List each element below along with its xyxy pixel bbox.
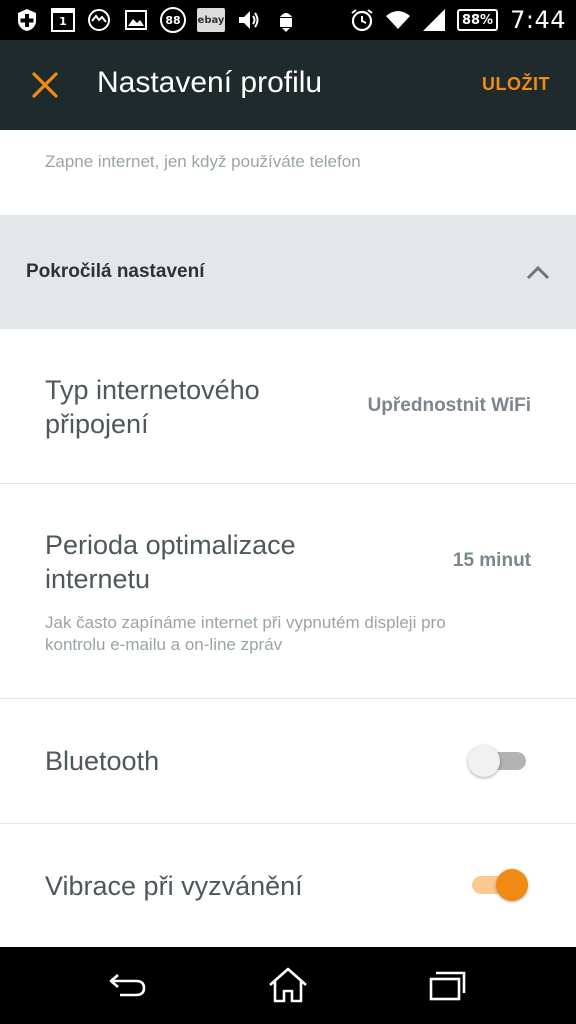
connection-type-row[interactable]: Typ internetového připojení Upřednostnit… xyxy=(0,329,576,484)
section-title: Pokročilá nastavení xyxy=(26,261,205,282)
connection-type-title-line2: připojení xyxy=(45,409,149,439)
signal-icon xyxy=(421,7,447,33)
previous-setting-description: Zapne internet, jen když používáte telef… xyxy=(45,152,361,171)
optimization-period-title-line1: Perioda optimalizace xyxy=(45,530,296,560)
wifi-icon xyxy=(385,7,411,33)
page-title: Nastavení profilu xyxy=(97,66,323,99)
home-icon xyxy=(269,967,307,1003)
clock: 7:44 xyxy=(510,6,566,34)
alarm-icon xyxy=(349,7,375,33)
advanced-settings-header[interactable]: Pokročilá nastavení xyxy=(0,215,576,329)
navigation-bar xyxy=(0,947,576,1024)
ring-vibration-toggle[interactable] xyxy=(468,866,528,902)
bluetooth-toggle[interactable] xyxy=(468,742,528,778)
recent-apps-button[interactable] xyxy=(426,965,470,1005)
app-bar: Nastavení profilu ULOŽIT xyxy=(0,40,576,130)
plus-icon xyxy=(14,7,40,33)
calendar-day: 1 xyxy=(59,15,67,28)
bluetooth-title: Bluetooth xyxy=(45,746,160,776)
close-button[interactable] xyxy=(28,68,62,102)
ebay-label: ebay xyxy=(197,14,225,26)
optimization-period-value: 15 minut xyxy=(452,550,531,571)
toggle-thumb xyxy=(496,869,528,901)
optimization-period-title: Perioda optimalizace internetu xyxy=(45,528,296,596)
optimization-period-description: Jak často zapínáme internet při vypnutém… xyxy=(45,612,525,656)
back-button[interactable] xyxy=(106,965,150,1005)
gallery-icon xyxy=(123,7,149,33)
ring-vibration-title: Vibrace při vyzvánění xyxy=(45,871,303,901)
optimization-period-description-line1: Jak často zapínáme internet při vypnutém… xyxy=(45,613,446,632)
photo-icon xyxy=(86,7,112,33)
calendar-icon: 1 xyxy=(51,8,75,32)
back-icon xyxy=(109,974,146,997)
notification-badge-count: 88 xyxy=(165,13,181,27)
ebay-icon: ebay xyxy=(197,8,225,32)
recent-apps-icon xyxy=(429,971,466,1001)
bluetooth-row[interactable]: Bluetooth xyxy=(0,699,576,824)
android-download-icon xyxy=(273,7,299,33)
volume-icon xyxy=(236,7,262,33)
connection-type-title: Typ internetového připojení xyxy=(45,373,260,441)
optimization-period-title-line2: internetu xyxy=(45,564,151,594)
optimization-period-row[interactable]: Perioda optimalizace internetu 15 minut … xyxy=(0,484,576,699)
close-icon xyxy=(32,72,58,98)
connection-type-value: Upřednostnit WiFi xyxy=(367,395,531,416)
toggle-thumb xyxy=(468,745,500,777)
save-button[interactable]: ULOŽIT xyxy=(482,74,550,95)
status-bar-notifications: 1 88 ebay xyxy=(14,6,299,34)
battery-level: 88% xyxy=(461,12,494,28)
badge-88-icon: 88 xyxy=(160,7,186,33)
ring-vibration-row[interactable]: Vibrace při vyzvánění xyxy=(0,824,576,947)
settings-content[interactable]: Zapne internet, jen když používáte telef… xyxy=(0,130,576,947)
status-bar-system: 88% 7:44 xyxy=(349,6,566,34)
home-button[interactable] xyxy=(266,965,310,1005)
optimization-period-description-line2: kontrolu e-mailu a on-line zpráv xyxy=(45,635,283,654)
battery-icon: 88% xyxy=(456,9,499,31)
connection-type-title-line1: Typ internetového xyxy=(45,375,260,405)
chevron-up-icon xyxy=(524,261,552,283)
status-bar: 1 88 ebay 88% 7:44 xyxy=(0,0,576,40)
